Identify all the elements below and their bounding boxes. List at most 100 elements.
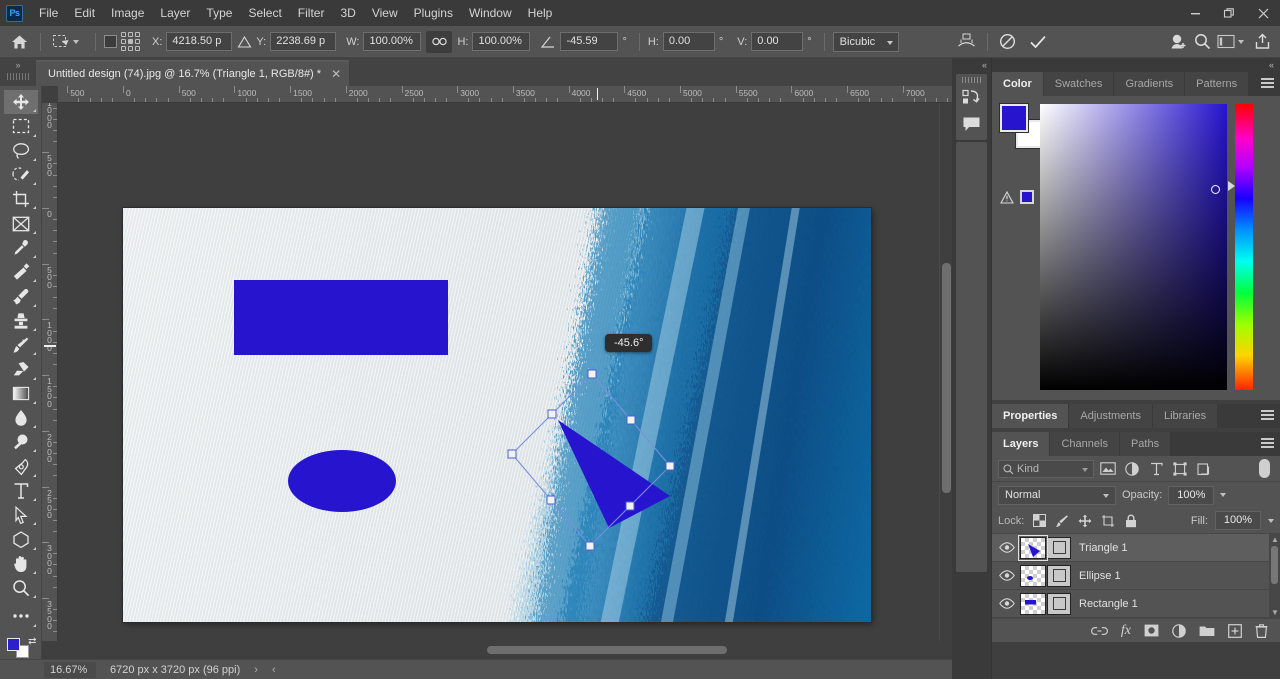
layer-row-ellipse[interactable]: Ellipse 1 — [992, 562, 1280, 590]
menu-help[interactable]: Help — [520, 2, 561, 24]
menu-view[interactable]: View — [364, 2, 406, 24]
horizontal-ruler[interactable]: 5000500100015002000250030003500400045005… — [58, 86, 952, 103]
object-selection-tool[interactable] — [4, 163, 38, 187]
canvas-horizontal-scrollbar[interactable] — [42, 641, 952, 659]
swap-colors-icon[interactable]: ⇄ — [28, 636, 36, 647]
layer-vector-mask-thumbnail[interactable] — [1047, 565, 1071, 587]
color-picker-marker[interactable] — [1211, 185, 1220, 194]
workspace-switcher-icon[interactable] — [1214, 31, 1238, 53]
transform-handle-right[interactable] — [666, 462, 675, 471]
menu-filter[interactable]: Filter — [290, 2, 333, 24]
eraser-tool[interactable] — [4, 357, 38, 381]
new-adjustment-layer-icon[interactable] — [1172, 624, 1186, 638]
lock-artboard-nesting-icon[interactable] — [1100, 513, 1116, 529]
lock-image-pixels-icon[interactable] — [1054, 513, 1070, 529]
transform-handle-top-left[interactable] — [548, 410, 557, 419]
blur-tool[interactable] — [4, 406, 38, 430]
opacity-caret-icon[interactable] — [1220, 493, 1226, 497]
color-picker-field[interactable] — [1040, 104, 1227, 390]
tab-swatches[interactable]: Swatches — [1044, 72, 1114, 96]
x-input[interactable]: 4218.50 p — [166, 32, 232, 51]
reference-point-grid[interactable] — [121, 32, 140, 51]
link-layers-icon[interactable] — [1091, 626, 1108, 636]
transform-handle-bottom-right[interactable] — [626, 502, 635, 511]
layer-vector-mask-thumbnail[interactable] — [1047, 537, 1071, 559]
tab-color[interactable]: Color — [992, 72, 1043, 96]
ellipse-shape[interactable] — [288, 450, 396, 512]
history-icon[interactable] — [957, 85, 987, 111]
panel-menu-icon[interactable] — [1261, 410, 1274, 421]
layer-style-fx-icon[interactable]: fx — [1121, 623, 1131, 639]
edit-toolbar-tool[interactable] — [4, 604, 38, 628]
chevron-down-icon[interactable]: ▼ — [1271, 608, 1279, 617]
panels-collapse-icon[interactable]: « — [992, 58, 1280, 72]
rotation-angle-input[interactable]: -45.59 — [560, 32, 618, 51]
tab-patterns[interactable]: Patterns — [1185, 72, 1248, 96]
tab-bar-grip[interactable]: » — [0, 58, 36, 86]
filter-toggle-switch[interactable] — [1259, 459, 1270, 478]
tab-gradients[interactable]: Gradients — [1114, 72, 1184, 96]
foreground-color-swatch[interactable] — [1000, 104, 1028, 132]
commit-transform-icon[interactable] — [1026, 31, 1050, 53]
document-tab[interactable]: Untitled design (74).jpg @ 16.7% (Triang… — [36, 60, 349, 86]
layer-name[interactable]: Rectangle 1 — [1079, 598, 1138, 610]
layer-thumbnail[interactable] — [1020, 565, 1046, 587]
layer-thumbnail[interactable] — [1020, 593, 1046, 615]
shape-tool[interactable] — [4, 527, 38, 551]
layer-visibility-icon[interactable] — [996, 594, 1018, 614]
blend-mode-select[interactable]: Normal — [998, 486, 1116, 505]
status-expand-arrow-icon[interactable]: › — [254, 664, 258, 676]
menu-select[interactable]: Select — [240, 2, 289, 24]
auto-select-checkbox[interactable] — [104, 35, 117, 48]
close-button[interactable] — [1246, 0, 1280, 26]
comments-icon[interactable] — [957, 111, 987, 137]
width-input[interactable]: 100.00% — [363, 32, 421, 51]
tab-channels[interactable]: Channels — [1050, 432, 1118, 456]
layer-visibility-icon[interactable] — [996, 566, 1018, 586]
dock-grip-icon[interactable] — [962, 77, 982, 83]
fill-caret-icon[interactable] — [1268, 519, 1274, 523]
filter-shape-icon[interactable] — [1170, 459, 1190, 479]
home-icon[interactable] — [6, 31, 32, 53]
gamut-warning-icon[interactable] — [1000, 191, 1014, 204]
gradient-tool[interactable] — [4, 382, 38, 406]
transform-handle-bottom[interactable] — [586, 542, 595, 551]
share-document-icon[interactable] — [1166, 31, 1190, 53]
menu-plugins[interactable]: Plugins — [406, 2, 461, 24]
filter-type-icon[interactable] — [1146, 459, 1166, 479]
rectangle-shape[interactable] — [234, 280, 448, 355]
layer-vector-mask-thumbnail[interactable] — [1047, 593, 1071, 615]
scrollbar-thumb[interactable] — [487, 646, 727, 654]
lock-all-icon[interactable] — [1123, 513, 1139, 529]
tab-paths[interactable]: Paths — [1120, 432, 1170, 456]
expand-arrows-icon[interactable]: » — [15, 60, 20, 70]
status-collapse-arrow-icon[interactable]: ‹ — [272, 664, 276, 676]
zoom-level-field[interactable]: 16.67% — [44, 662, 96, 678]
zoom-tool[interactable] — [4, 576, 38, 600]
dodge-tool[interactable] — [4, 430, 38, 454]
crop-tool[interactable] — [4, 187, 38, 211]
menu-edit[interactable]: Edit — [66, 2, 103, 24]
tool-preset-caret-icon[interactable] — [73, 40, 79, 44]
menu-3d[interactable]: 3D — [332, 2, 363, 24]
transform-handle-top[interactable] — [588, 370, 597, 379]
fill-input[interactable]: 100% — [1215, 511, 1261, 530]
new-group-icon[interactable] — [1199, 625, 1215, 637]
warp-mode-icon[interactable] — [955, 31, 979, 53]
workspace-caret-icon[interactable] — [1238, 40, 1244, 44]
layer-row-triangle[interactable]: Triangle 1 — [992, 534, 1280, 562]
path-selection-tool[interactable] — [4, 503, 38, 527]
lasso-tool[interactable] — [4, 139, 38, 163]
minimize-button[interactable] — [1178, 0, 1212, 26]
menu-window[interactable]: Window — [461, 2, 520, 24]
history-brush-tool[interactable] — [4, 333, 38, 357]
type-tool[interactable] — [4, 479, 38, 503]
hue-slider-marker[interactable] — [1228, 181, 1235, 191]
delete-layer-icon[interactable] — [1255, 624, 1268, 638]
panel-menu-icon[interactable] — [1261, 78, 1274, 89]
new-layer-icon[interactable] — [1228, 624, 1242, 638]
web-safe-color-icon[interactable] — [1020, 190, 1034, 204]
lock-transparent-pixels-icon[interactable] — [1031, 513, 1047, 529]
opacity-input[interactable]: 100% — [1168, 486, 1214, 505]
tab-properties[interactable]: Properties — [992, 404, 1068, 428]
